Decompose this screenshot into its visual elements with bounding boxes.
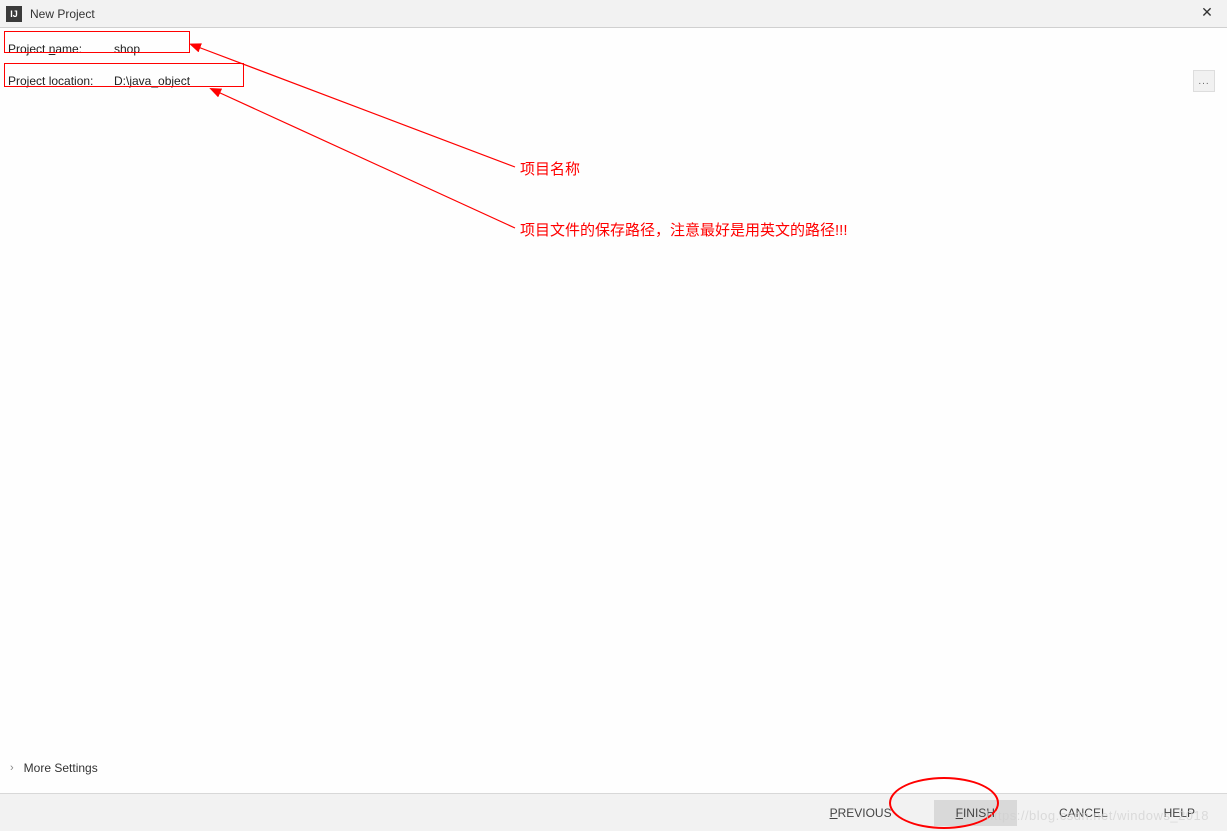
label-part: ocation: (51, 74, 93, 88)
cancel-button[interactable]: CANCEL (1045, 800, 1122, 826)
project-location-label: Project location: (8, 74, 108, 88)
more-settings-toggle[interactable]: › More Settings (10, 761, 98, 775)
annotation-text-name: 项目名称 (520, 158, 580, 179)
window-title: New Project (30, 7, 95, 21)
label-part: ame: (55, 42, 82, 56)
project-location-row: Project location: ... (0, 68, 1227, 94)
annotation-text-location: 项目文件的保存路径，注意最好是用英文的路径!!! (520, 219, 848, 240)
label-part: Project (8, 42, 49, 56)
more-settings-label: More Settings (24, 761, 98, 775)
app-icon: IJ (6, 6, 22, 22)
help-button[interactable]: HELP (1150, 800, 1209, 826)
project-location-input[interactable] (108, 71, 1193, 91)
finish-button[interactable]: FINISH (934, 800, 1017, 826)
project-name-row: Project name: (0, 36, 1227, 62)
close-icon[interactable]: ✕ (1197, 4, 1217, 21)
label-part: Project (8, 74, 49, 88)
btn-text: REVIOUS (838, 806, 892, 820)
content-area: Project name: Project location: ... › Mo… (0, 28, 1227, 793)
chevron-right-icon: › (10, 762, 14, 774)
btn-mnemonic: F (956, 806, 963, 820)
browse-button[interactable]: ... (1193, 70, 1215, 92)
previous-button[interactable]: PREVIOUS (816, 800, 906, 826)
project-name-label: Project name: (8, 42, 108, 56)
project-name-input[interactable] (108, 39, 1219, 59)
btn-text: INISH (963, 806, 995, 820)
btn-mnemonic: P (830, 806, 838, 820)
titlebar: IJ New Project ✕ (0, 0, 1227, 28)
footer: PREVIOUS FINISH CANCEL HELP (0, 793, 1227, 831)
